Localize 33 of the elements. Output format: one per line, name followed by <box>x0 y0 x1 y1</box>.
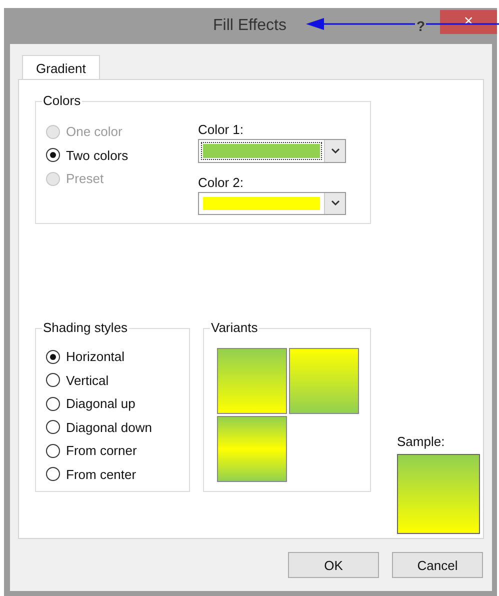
gradient-swatch[interactable] <box>289 348 359 414</box>
radio-label: Two colors <box>66 148 128 163</box>
radio-button[interactable] <box>46 373 60 388</box>
radio-label: Diagonal down <box>66 420 152 435</box>
dialog-button[interactable]: OK <box>288 552 379 578</box>
radio-label: From corner <box>66 443 137 458</box>
radio-button[interactable] <box>46 420 60 434</box>
dialog-button[interactable]: Cancel <box>392 552 483 578</box>
chevron-down-icon <box>330 200 340 206</box>
radio-label: Horizontal <box>66 349 125 364</box>
color-dropdown[interactable] <box>198 139 346 162</box>
radio-button[interactable] <box>46 148 60 162</box>
radio-label: Diagonal up <box>66 396 136 412</box>
radio-button[interactable] <box>46 467 60 482</box>
radio-button[interactable] <box>46 396 60 411</box>
window-title: Fill Effects <box>213 17 286 35</box>
chevron-down-icon <box>330 148 340 154</box>
radio-label: Preset <box>66 171 104 186</box>
radio-label: One color <box>66 124 122 140</box>
group-title: Shading styles <box>42 320 129 336</box>
sample-label: Sample: <box>397 434 446 449</box>
close-button[interactable]: × <box>440 10 497 34</box>
color-label: Color 1: <box>198 122 245 139</box>
color-dropdown[interactable] <box>198 192 346 215</box>
radio-label: Vertical <box>66 372 109 388</box>
color-label: Color 2: <box>198 174 245 192</box>
radio-button[interactable] <box>46 444 60 458</box>
help-button[interactable]: ? <box>415 18 426 34</box>
gradient-swatch[interactable] <box>217 348 287 414</box>
gradient-swatch[interactable] <box>217 416 287 482</box>
radio-label: From center <box>66 466 136 482</box>
tab[interactable]: Gradient <box>22 55 100 80</box>
radio-button[interactable] <box>46 350 60 364</box>
